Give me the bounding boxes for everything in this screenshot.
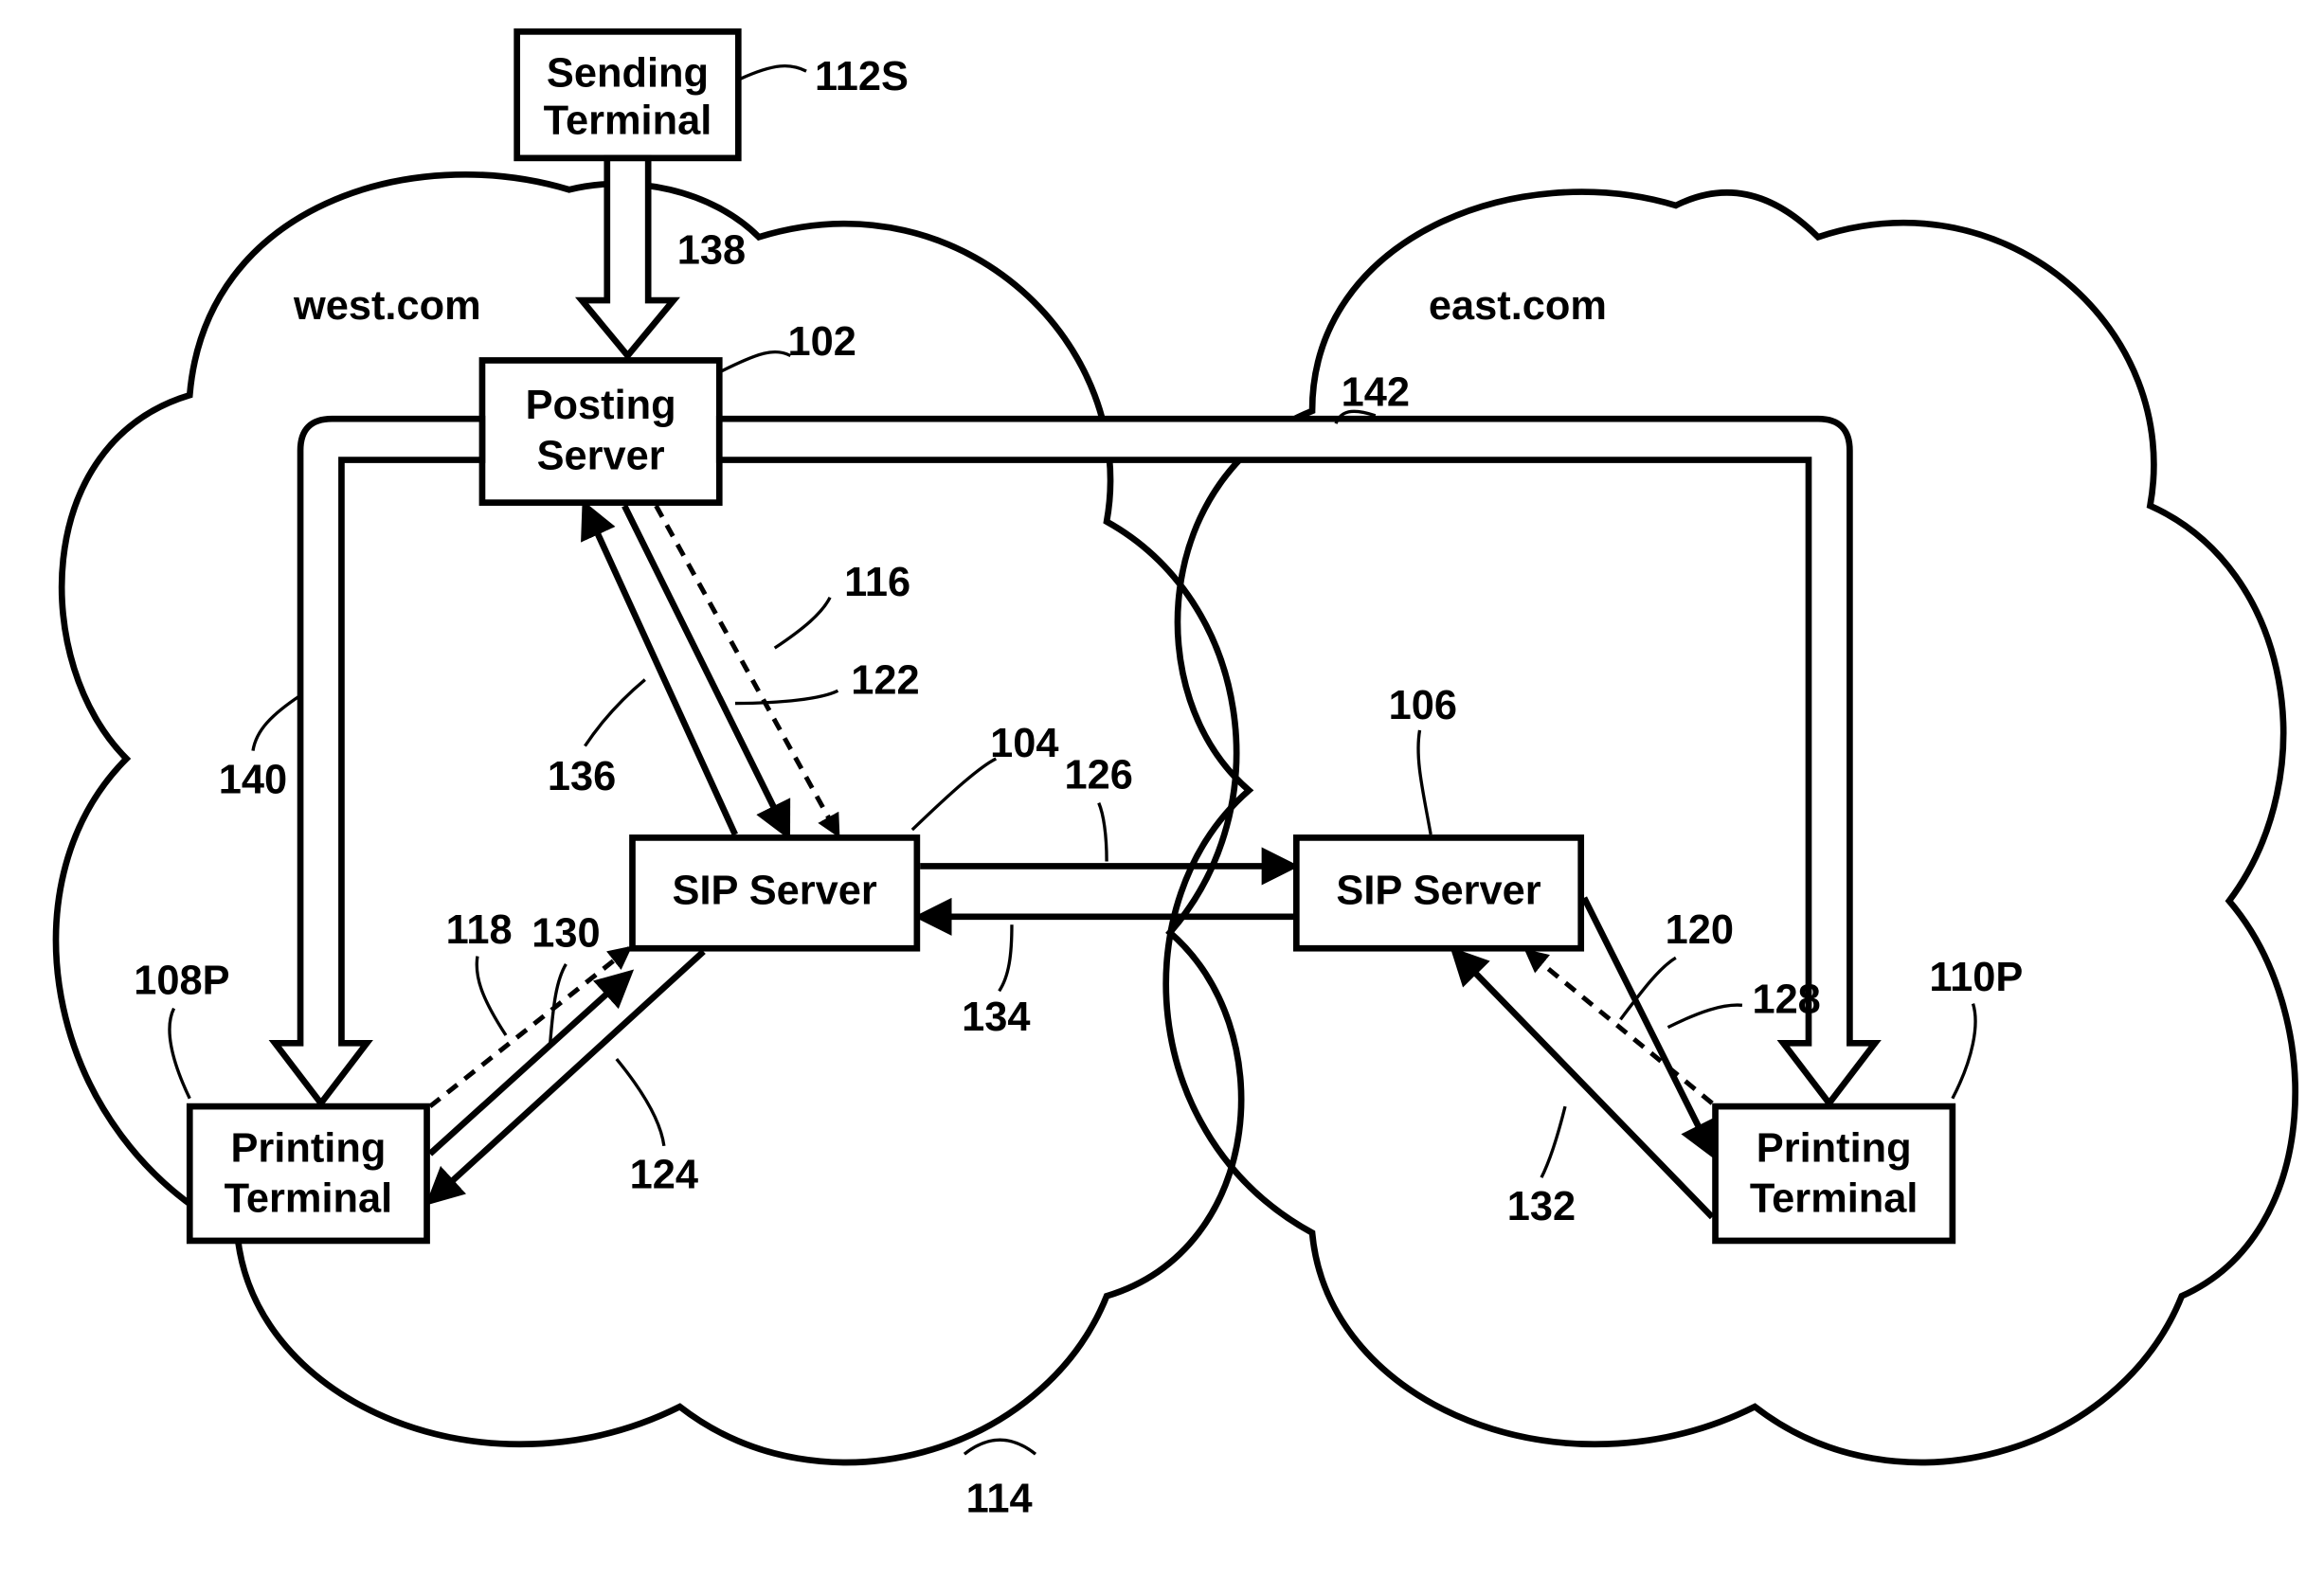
lead-132	[1541, 1106, 1565, 1177]
printing-east-label-1: Printing	[1757, 1125, 1912, 1171]
lead-118	[477, 957, 506, 1035]
arrow-142	[719, 419, 1875, 1103]
lead-140	[253, 695, 300, 750]
ref-126: 126	[1065, 752, 1133, 798]
ref-138: 138	[677, 227, 746, 273]
ref-128: 128	[1752, 977, 1820, 1022]
lead-108p	[170, 1009, 189, 1099]
lead-136	[585, 680, 644, 746]
lead-106	[1418, 730, 1431, 834]
ref-124: 124	[630, 1153, 698, 1198]
lead-114	[964, 1440, 1036, 1454]
lead-134	[1000, 924, 1012, 991]
ref-130: 130	[531, 910, 600, 956]
lead-122	[735, 690, 838, 703]
ref-110p: 110P	[1929, 955, 2023, 1000]
diagram-root: west.com east.com Sending Terminal 112S …	[0, 0, 2324, 1596]
cloud-west-label: west.com	[293, 283, 481, 329]
ref-116: 116	[844, 560, 910, 605]
lead-124	[617, 1059, 664, 1146]
lead-116	[775, 598, 830, 648]
arrow-132	[1454, 952, 1712, 1217]
sending-terminal-label-1: Sending	[547, 51, 709, 97]
ref-136: 136	[548, 754, 616, 799]
cloud-east-label: east.com	[1429, 283, 1607, 329]
posting-server-label-1: Posting	[526, 383, 676, 428]
lead-112s	[740, 66, 806, 80]
ref-140: 140	[219, 757, 287, 802]
ref-104: 104	[990, 721, 1058, 766]
ref-120: 120	[1666, 907, 1734, 953]
arrow-122	[624, 506, 787, 834]
ref-114: 114	[966, 1477, 1033, 1522]
sip-west-label: SIP Server	[673, 868, 877, 913]
ref-112s: 112S	[815, 54, 909, 99]
ref-118: 118	[446, 907, 513, 953]
ref-106: 106	[1389, 683, 1457, 728]
ref-132: 132	[1507, 1184, 1576, 1229]
ref-122: 122	[851, 657, 919, 703]
arrow-130	[430, 974, 629, 1154]
sip-east-label: SIP Server	[1336, 868, 1540, 913]
printing-west-label-2: Terminal	[225, 1176, 393, 1222]
lead-128	[1667, 1005, 1741, 1028]
arrow-116	[657, 506, 838, 834]
lead-126	[1099, 803, 1107, 862]
cloud-east	[1166, 192, 2296, 1462]
lead-110p	[1953, 1004, 1975, 1099]
arrow-118	[430, 948, 629, 1106]
ref-108p: 108P	[134, 958, 229, 1003]
arrow-140	[275, 419, 482, 1103]
lead-102	[721, 352, 790, 372]
printing-east-label-2: Terminal	[1750, 1176, 1919, 1222]
ref-134: 134	[962, 995, 1030, 1040]
posting-server-label-2: Server	[537, 433, 665, 478]
ref-102: 102	[788, 319, 856, 365]
lead-104	[912, 759, 996, 830]
sending-terminal-label-2: Terminal	[544, 99, 712, 144]
ref-142: 142	[1342, 370, 1410, 416]
printing-west-label-1: Printing	[230, 1125, 386, 1171]
